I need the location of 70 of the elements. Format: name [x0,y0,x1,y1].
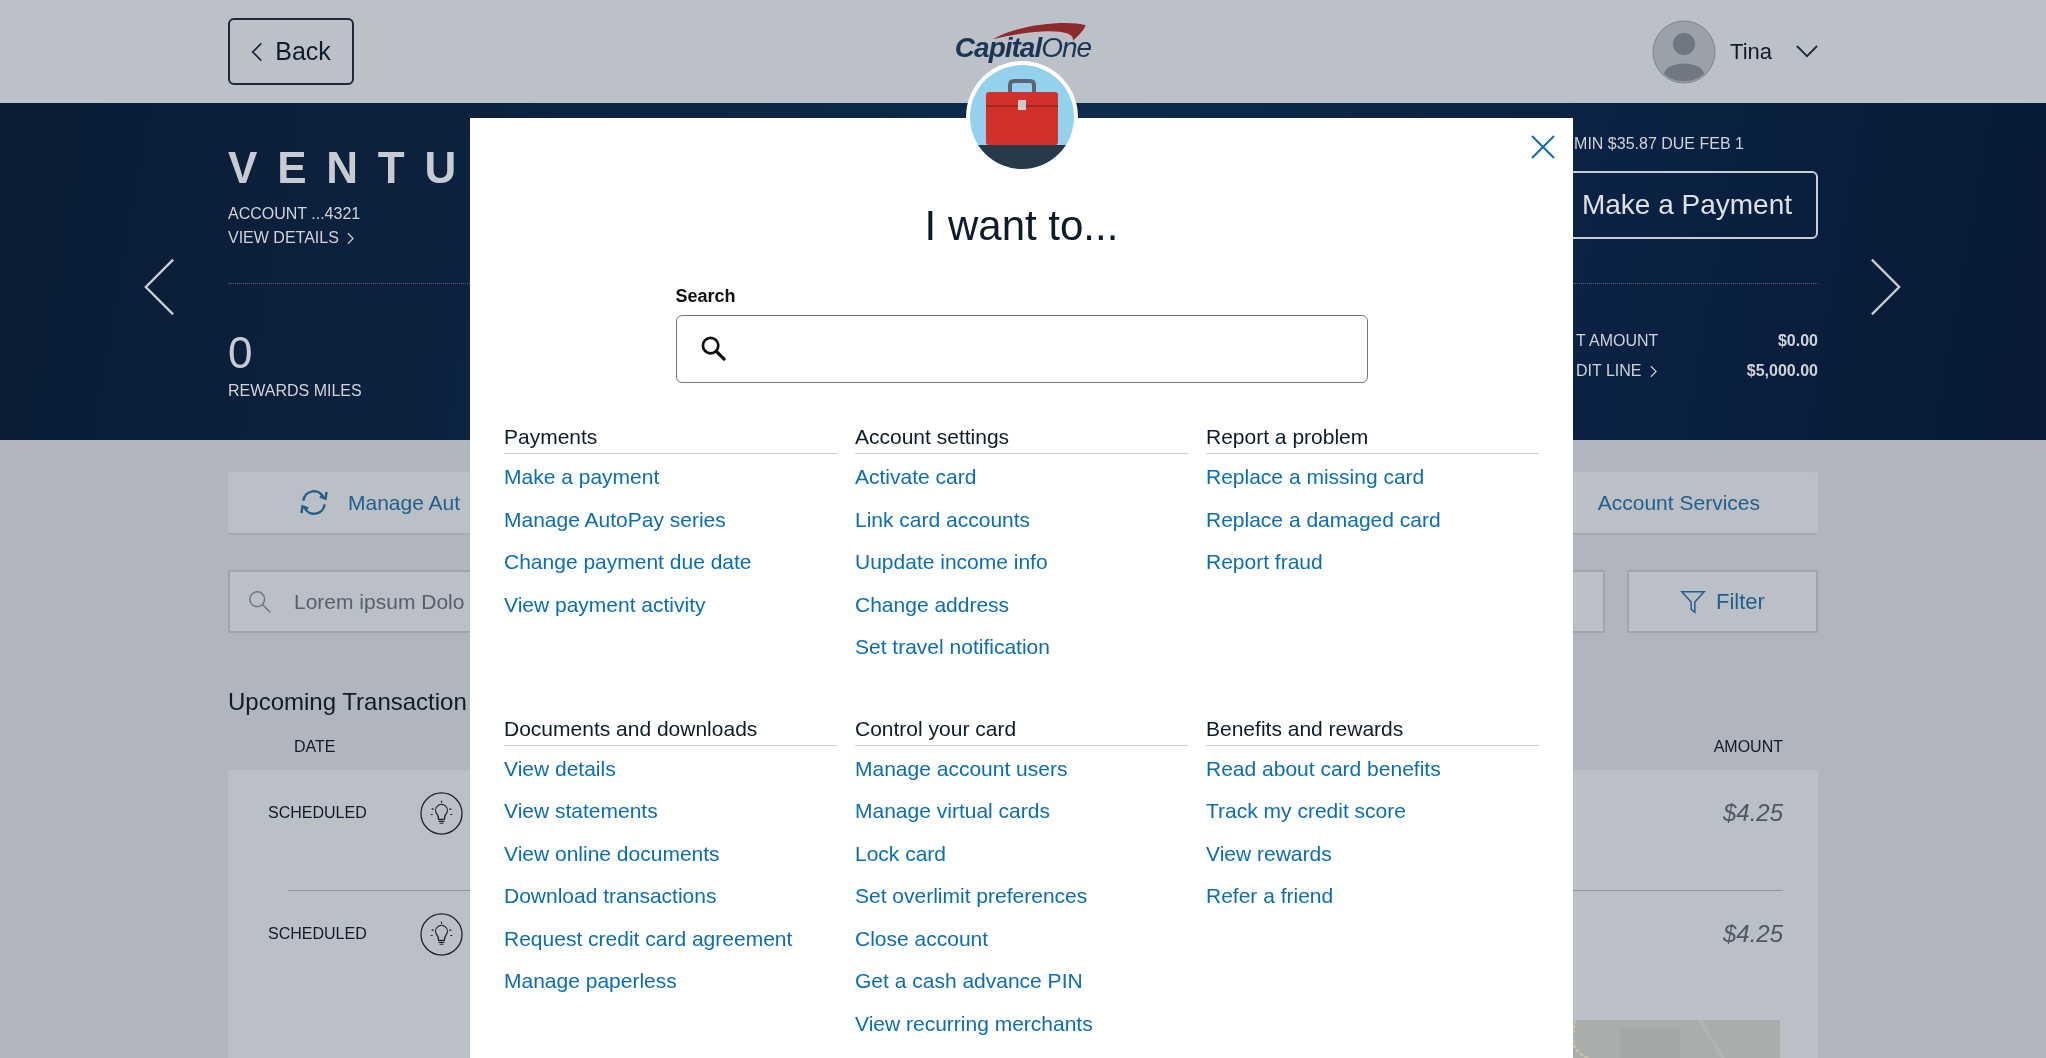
due-text: MIN $35.87 DUE FEB 1 [1574,135,1744,153]
action-link[interactable]: Manage virtual cards [855,790,1050,833]
column-header: DATE [294,738,336,756]
section-heading: Report a problem [1206,425,1539,454]
action-link[interactable]: Set overlimit preferences [855,875,1088,918]
action-link[interactable]: Change payment due date [504,541,752,584]
view-details-link[interactable]: VIEW DETAILS [228,229,477,247]
transaction-amount: $4.25 [1722,799,1783,827]
chevron-icon [251,40,264,63]
action-link[interactable]: View statements [504,790,658,833]
account-number: ACCOUNT ...4321 [228,205,362,223]
action-link[interactable]: Set travel notification [855,626,1050,669]
section-heading: Payments [504,425,837,454]
action-link[interactable]: Replace a damaged card [1206,498,1441,541]
action-link[interactable]: View details [504,747,616,790]
logo: CapitalOne [952,19,1094,64]
sync-icon[interactable] [298,489,330,516]
search-field[interactable] [675,315,1368,383]
action-link[interactable]: Download transactions [504,875,717,918]
chevron-icon [346,231,354,245]
stat-value: $0.00 [1777,332,1818,350]
user-name[interactable]: Tina [1730,38,1772,65]
action-link[interactable]: Link card accounts [855,498,1031,541]
action-link[interactable]: Track my credit score [1206,790,1406,833]
lightbulb-icon [420,791,463,835]
action-link[interactable]: Replace a missing card [1206,456,1425,499]
section-heading: Account settings [855,425,1188,454]
rewards-value: 0 [228,328,254,378]
account-services-link[interactable]: Account Services [1597,490,1760,515]
stat-label: T AMOUNT [1576,332,1659,350]
transaction-amount: $4.25 [1722,920,1783,948]
action-link[interactable]: Request credit card agreement [504,917,793,960]
section-heading: Control your card [855,716,1188,746]
filter-button[interactable]: Filter [1627,570,1818,633]
action-link[interactable]: Manage paperless [504,960,677,1003]
action-link[interactable]: Lock card [855,832,947,875]
close-icon[interactable] [1530,134,1556,160]
action-link[interactable]: Make a payment [504,456,660,499]
action-link[interactable]: Refer a friend [1206,875,1334,918]
action-link[interactable]: Uupdate income info [855,541,1048,584]
action-link[interactable]: Activate card [855,456,977,499]
action-link[interactable]: Manage account users [855,747,1068,790]
action-link[interactable]: View recurring merchants [855,1002,1093,1045]
rewards-label: REWARDS MILES [228,382,362,400]
transaction-status: SCHEDULED [268,925,368,943]
section-heading: Benefits and rewards [1206,716,1539,746]
caret-icon[interactable] [1796,45,1818,58]
column-header: AMOUNT [1713,738,1783,756]
search-label: Search [675,286,737,307]
filter-icon [1680,588,1707,615]
chevron-icon [1649,364,1657,378]
action-link[interactable]: Report fraud [1206,541,1323,584]
section-title: Upcoming Transaction [228,688,467,716]
back-button[interactable]: Back [228,18,354,85]
action-link[interactable]: Change address [855,583,1010,626]
action-link[interactable]: Read about card benefits [1206,747,1441,790]
credit-line-link[interactable]: DIT LINE [1576,362,1657,380]
section-heading: Documents and downloads [504,716,837,746]
modal-title: I want to... [923,202,1120,250]
lightbulb-icon [420,912,463,956]
manage-autopay-link[interactable]: Manage Aut [348,490,461,515]
action-link[interactable]: View online documents [504,832,720,875]
stat-value: $5,000.00 [1746,362,1818,380]
action-link[interactable]: View payment activity [504,583,706,626]
action-link[interactable]: Manage AutoPay series [504,498,726,541]
transaction-status: SCHEDULED [268,804,368,822]
action-link[interactable]: Close account [855,917,989,960]
action-link[interactable]: Get a cash advance PIN [855,960,1083,1003]
action-link[interactable]: View rewards [1206,832,1332,875]
card-name: VENTU [228,143,477,193]
